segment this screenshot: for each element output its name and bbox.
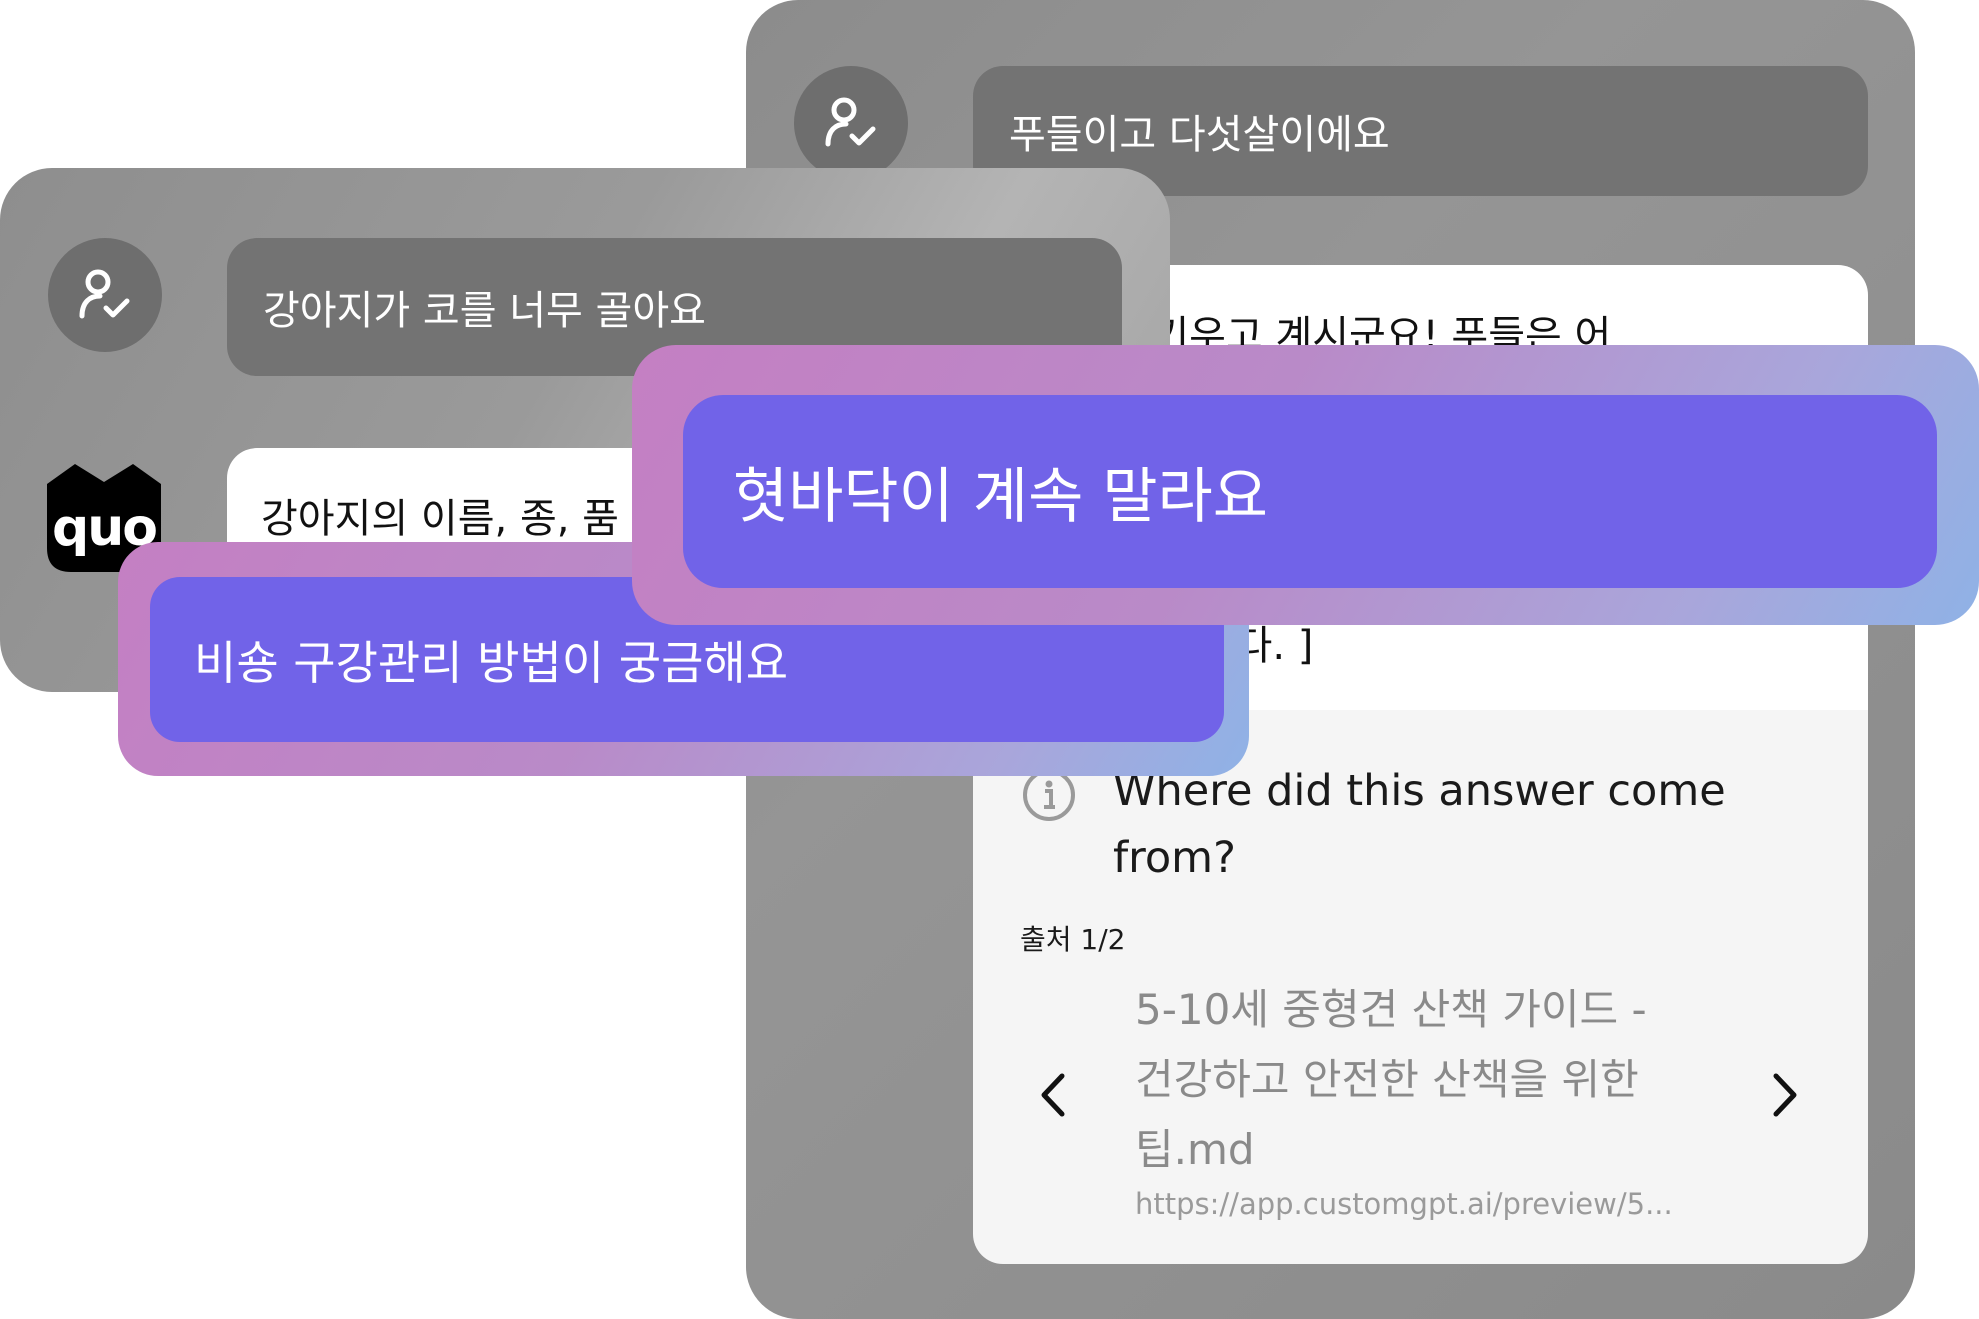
user-check-icon [79, 269, 130, 319]
user-avatar [794, 66, 908, 180]
source-title-line-2: 건강하고 안전한 산책을 위한 [1135, 1055, 1639, 1104]
source-question: Where did this answer come from? [1113, 758, 1726, 892]
source-link[interactable]: 5-10세 중형견 산책 가이드 - 건강하고 안전한 산책을 위한 팁.md … [1135, 975, 1673, 1221]
user-avatar [48, 238, 162, 352]
user-message-text: 푸들이고 다섯살이에요 [1009, 112, 1390, 158]
source-title: 5-10세 중형견 산책 가이드 - 건강하고 안전한 산책을 위한 팁.md [1135, 975, 1673, 1185]
user-message-text: 강아지가 코를 너무 골아요 [263, 288, 706, 334]
chevron-left-icon [1041, 1073, 1065, 1117]
next-source-button[interactable] [1755, 1060, 1815, 1130]
chevron-right-icon [1773, 1073, 1797, 1117]
suggestion-chip-text: 비숑 구강관리 방법이 궁금해요 [194, 635, 789, 690]
suggestion-frame-large: 혓바닥이 계속 말라요 [632, 345, 1979, 625]
bot-message-text: 강아지의 이름, 종, 품 [261, 496, 619, 542]
suggestion-chip-text: 혓바닥이 계속 말라요 [733, 462, 1268, 532]
source-url: https://app.customgpt.ai/preview/5... [1135, 1187, 1673, 1221]
source-panel: Where did this answer come from? 출처 1/2 … [973, 710, 1868, 1264]
source-title-line-1: 5-10세 중형견 산책 가이드 - [1135, 985, 1647, 1034]
prev-source-button[interactable] [1023, 1060, 1083, 1130]
user-check-icon [825, 97, 876, 147]
source-counter: 출처 1/2 [1020, 923, 1126, 956]
suggestion-chip-dry-tongue[interactable]: 혓바닥이 계속 말라요 [683, 395, 1937, 588]
source-question-line-2: from? [1113, 833, 1236, 883]
source-title-line-3: 팁.md [1135, 1125, 1255, 1174]
